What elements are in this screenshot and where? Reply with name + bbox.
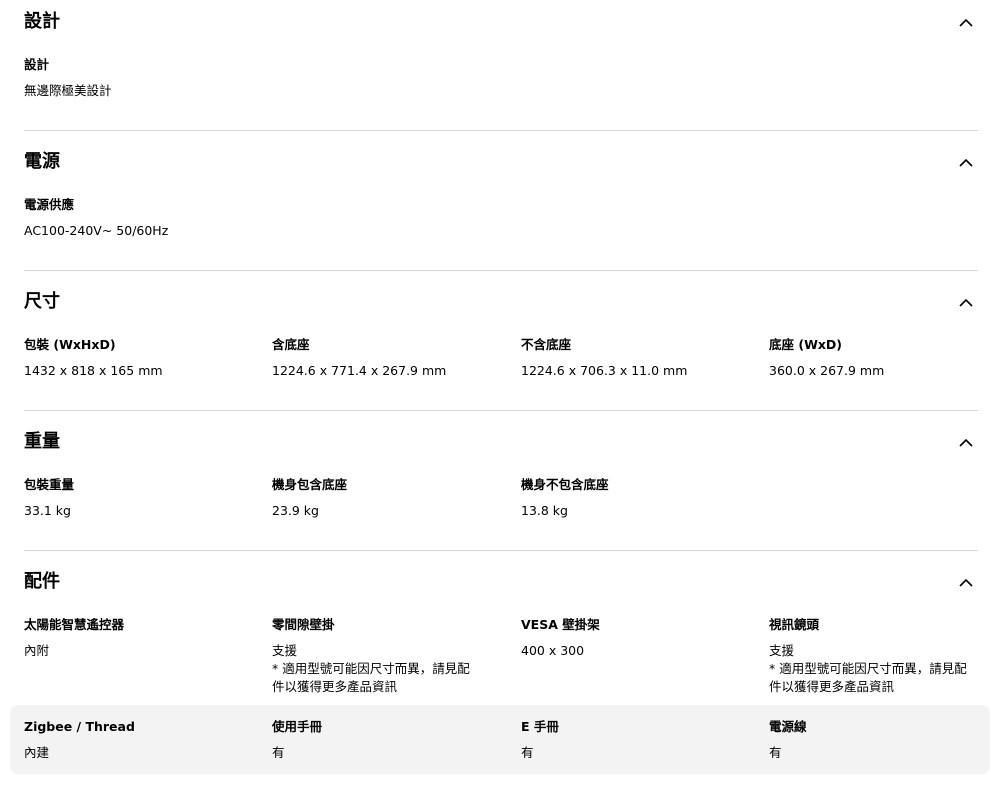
- chevron-up-icon[interactable]: [957, 14, 975, 32]
- spec-weight-without-stand: 機身不包含底座 13.8 kg: [521, 476, 751, 520]
- spec-label: 包裝重量: [24, 477, 75, 492]
- section-title: 配件: [24, 571, 60, 592]
- spec-label: 設計: [24, 57, 50, 72]
- spec-value: 支援: [769, 643, 795, 658]
- spec-label: 視訊鏡頭: [769, 617, 820, 632]
- divider: [24, 410, 978, 411]
- spec-value: 無邊際極美設計: [24, 83, 112, 98]
- spec-note: 件以獲得更多產品資訊: [769, 679, 895, 694]
- section-title: 重量: [24, 431, 60, 452]
- section-title: 尺寸: [24, 291, 60, 312]
- spec-label: Zigbee / Thread: [24, 719, 135, 734]
- spec-label: 機身包含底座: [272, 477, 348, 492]
- spec-value: 1224.6 x 706.3 x 11.0 mm: [521, 363, 688, 378]
- section-title: 電源: [24, 151, 60, 172]
- spec-package-weight: 包裝重量 33.1 kg: [24, 476, 254, 520]
- spec-label: 包裝 (WxHxD): [24, 337, 116, 352]
- spec-note: * 適用型號可能因尺寸而異，請見配: [769, 661, 967, 676]
- spec-label: E 手冊: [521, 719, 559, 734]
- spec-value: 23.9 kg: [272, 503, 319, 518]
- spec-note: * 適用型號可能因尺寸而異，請見配: [272, 661, 470, 676]
- spec-label: 太陽能智慧遙控器: [24, 617, 125, 632]
- spec-label: 電源供應: [24, 197, 75, 212]
- spec-value: 有: [272, 745, 285, 760]
- section-title: 設計: [24, 11, 60, 32]
- spec-e-manual: E 手冊 有: [521, 718, 751, 762]
- spec-design: 設計 無邊際極美設計: [24, 56, 254, 100]
- chevron-up-icon[interactable]: [957, 294, 975, 312]
- spec-label: 底座 (WxD): [769, 337, 843, 352]
- spec-value: 1432 x 818 x 165 mm: [24, 363, 163, 378]
- spec-label: 機身不包含底座: [521, 477, 609, 492]
- divider: [24, 550, 978, 551]
- spec-label: 使用手冊: [272, 719, 323, 734]
- spec-value: 360.0 x 267.9 mm: [769, 363, 885, 378]
- spec-value: 內附: [24, 643, 50, 658]
- spec-without-stand: 不含底座 1224.6 x 706.3 x 11.0 mm: [521, 336, 751, 380]
- spec-value: 13.8 kg: [521, 503, 568, 518]
- spec-value: 有: [769, 745, 782, 760]
- spec-user-manual: 使用手冊 有: [272, 718, 502, 762]
- spec-no-gap-wall-mount: 零間隙壁掛 支援 * 適用型號可能因尺寸而異，請見配 件以獲得更多產品資訊: [272, 616, 502, 696]
- spec-label: VESA 壁掛架: [521, 617, 600, 632]
- chevron-up-icon[interactable]: [957, 154, 975, 172]
- spec-value: 內建: [24, 745, 50, 760]
- spec-weight-with-stand: 機身包含底座 23.9 kg: [272, 476, 502, 520]
- spec-solar-remote: 太陽能智慧遙控器 內附: [24, 616, 254, 660]
- divider: [24, 270, 978, 271]
- spec-value: 1224.6 x 771.4 x 267.9 mm: [272, 363, 447, 378]
- chevron-up-icon[interactable]: [957, 574, 975, 592]
- spec-note: 件以獲得更多產品資訊: [272, 679, 398, 694]
- spec-value: 有: [521, 745, 534, 760]
- spec-camera: 視訊鏡頭 支援 * 適用型號可能因尺寸而異，請見配 件以獲得更多產品資訊: [769, 616, 999, 696]
- spec-label: 電源線: [769, 719, 807, 734]
- spec-value: 33.1 kg: [24, 503, 71, 518]
- divider: [24, 130, 978, 131]
- spec-value: 支援: [272, 643, 298, 658]
- spec-label: 零間隙壁掛: [272, 617, 335, 632]
- spec-zigbee-thread: Zigbee / Thread 內建: [24, 718, 254, 762]
- chevron-up-icon[interactable]: [957, 434, 975, 452]
- spec-value: 400 x 300: [521, 643, 585, 658]
- spec-power-supply: 電源供應 AC100-240V~ 50/60Hz: [24, 196, 254, 240]
- spec-power-cable: 電源線 有: [769, 718, 999, 762]
- spec-value: AC100-240V~ 50/60Hz: [24, 223, 169, 238]
- spec-with-stand: 含底座 1224.6 x 771.4 x 267.9 mm: [272, 336, 502, 380]
- spec-label: 不含底座: [521, 337, 572, 352]
- spec-stand-size: 底座 (WxD) 360.0 x 267.9 mm: [769, 336, 999, 380]
- spec-package-size: 包裝 (WxHxD) 1432 x 818 x 165 mm: [24, 336, 254, 380]
- spec-label: 含底座: [272, 337, 310, 352]
- spec-vesa-mount: VESA 壁掛架 400 x 300: [521, 616, 751, 660]
